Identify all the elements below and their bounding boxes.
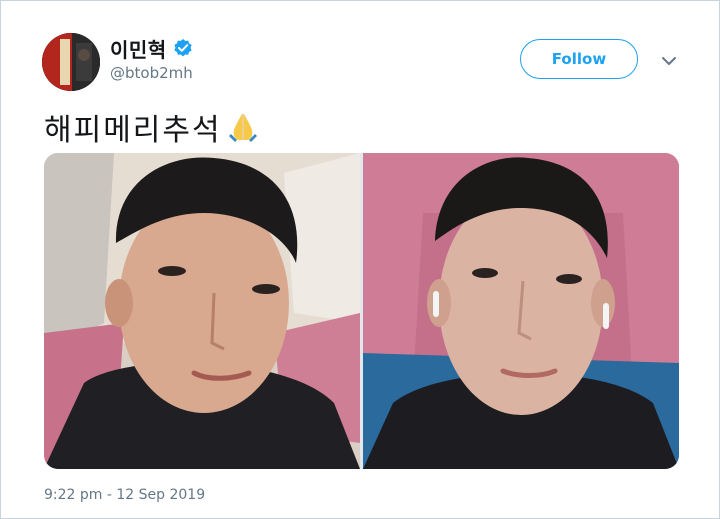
display-name[interactable]: 이민혁 [110, 34, 167, 63]
media-grid [44, 153, 679, 469]
tweet-card: 이민혁 @btob2mh Follow 해피메리추석 9:22 pm - 12 … [0, 0, 720, 519]
chevron-down-icon[interactable] [660, 52, 678, 70]
verified-badge-icon [173, 38, 193, 58]
author-name-row: 이민혁 [110, 34, 193, 63]
tweet-timestamp[interactable]: 9:22 pm - 12 Sep 2019 [44, 487, 205, 503]
folded-hands-icon [226, 110, 260, 144]
profile-avatar[interactable] [42, 33, 100, 91]
tweet-text-content: 해피메리추석 [44, 113, 222, 148]
selfie-photo-right[interactable] [363, 153, 679, 469]
tweet-text: 해피메리추석 [44, 105, 260, 149]
author-handle[interactable]: @btob2mh [110, 64, 193, 82]
follow-button[interactable]: Follow [520, 39, 638, 79]
selfie-photo-left[interactable] [44, 153, 360, 469]
